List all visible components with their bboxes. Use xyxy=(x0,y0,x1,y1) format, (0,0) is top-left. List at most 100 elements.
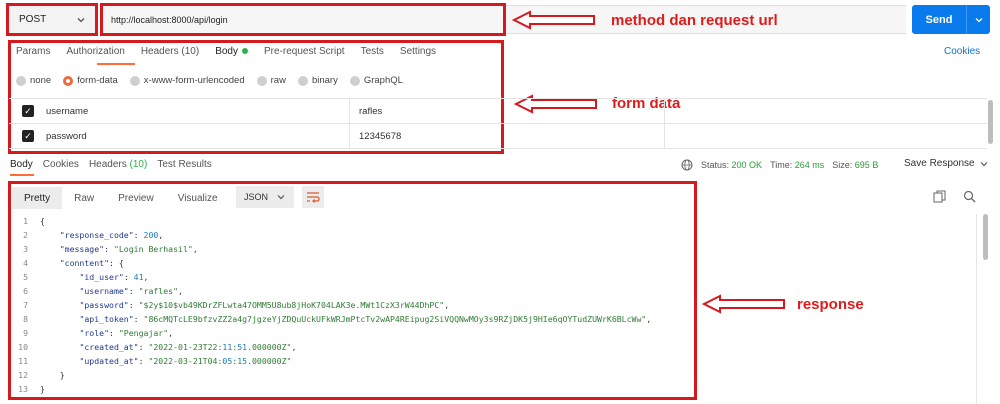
status-label: Status: xyxy=(701,160,730,170)
radio-circle xyxy=(349,75,360,86)
time-label: Time: xyxy=(770,160,793,170)
code-text: } xyxy=(40,384,45,394)
code-text: "api_token": "86cMQTcLE9bfzvZZ2a4g7jgzeY… xyxy=(79,314,652,324)
line-number: 11 xyxy=(18,356,28,366)
code-text: "username": "rafles", xyxy=(79,286,183,296)
form-value[interactable]: 12345678 xyxy=(359,131,401,142)
send-button[interactable]: Send xyxy=(912,5,990,34)
code-scrollbar[interactable] xyxy=(983,214,988,260)
column-divider xyxy=(349,124,350,149)
view-raw[interactable]: Raw xyxy=(62,193,106,204)
search-icon[interactable] xyxy=(963,190,976,203)
column-divider xyxy=(664,99,665,124)
line-number: 2 xyxy=(23,230,28,240)
view-preview[interactable]: Preview xyxy=(106,193,166,204)
annotation-response: response xyxy=(797,296,864,313)
time-value: 264 ms xyxy=(794,160,825,170)
chevron-down-icon xyxy=(975,17,982,22)
size-value: 695 B xyxy=(854,160,879,170)
url-value: http://localhost:8000/api/login xyxy=(111,14,228,25)
time-info[interactable]: Time: 264 ms xyxy=(770,160,824,170)
form-scrollbar[interactable] xyxy=(988,100,993,144)
view-visualize[interactable]: Visualize xyxy=(166,193,230,204)
line-number: 7 xyxy=(23,300,28,310)
code-text: { xyxy=(40,216,45,226)
format-value: JSON xyxy=(244,192,269,202)
tab-params[interactable]: Params xyxy=(16,46,50,57)
format-select[interactable]: JSON xyxy=(236,186,294,208)
radio-raw[interactable]: raw xyxy=(256,75,286,86)
tab-tests[interactable]: Tests xyxy=(361,46,384,57)
view-pretty[interactable]: Pretty xyxy=(12,187,63,209)
tab-prerequest-script[interactable]: Pre-request Script xyxy=(264,46,345,57)
radio-raw-label: raw xyxy=(270,75,286,86)
wrap-lines-button[interactable] xyxy=(302,186,324,208)
code-text: "created_at": "2022-01-23T22:11:51.00000… xyxy=(79,342,297,352)
code-line: 4 "conntent": { xyxy=(12,256,692,270)
size-label: Size: xyxy=(832,160,853,170)
radio-graphql[interactable]: GraphQL xyxy=(349,75,403,86)
code-line: 1{ xyxy=(12,214,692,228)
radio-circle-selected xyxy=(63,75,74,86)
annotation-arrow-url xyxy=(512,10,595,30)
code-text: "updated_at": "2022-03-21T04:05:15.00000… xyxy=(79,356,292,366)
line-number: 6 xyxy=(23,286,28,296)
code-text: "message": "Login Berhasil", xyxy=(59,244,198,254)
code-text: "role": "Pengajar", xyxy=(79,328,174,338)
globe-icon[interactable] xyxy=(681,159,693,171)
form-value[interactable]: rafles xyxy=(359,106,382,117)
radio-form-data-label: form-data xyxy=(77,75,118,86)
code-line: 13} xyxy=(12,382,692,396)
method-value: POST xyxy=(19,14,47,25)
line-number: 5 xyxy=(23,272,28,282)
table-row: ✓ password 12345678 xyxy=(9,124,987,149)
response-tab-test-results[interactable]: Test Results xyxy=(157,159,211,170)
form-key[interactable]: username xyxy=(46,106,88,117)
response-tab-headers-label: Headers xyxy=(88,159,127,170)
code-line: 12 } xyxy=(12,368,692,382)
code-line: 7 "password": "$2y$10$vb49KDrZFLwta47OMM… xyxy=(12,298,692,312)
radio-circle xyxy=(129,75,140,86)
wrap-lines-icon xyxy=(307,192,320,203)
radio-form-data[interactable]: form-data xyxy=(63,75,118,86)
response-status-bar: Status: 200 OK Time: 264 ms Size: 695 B xyxy=(681,159,878,171)
code-line: 5 "id_user": 41, xyxy=(12,270,692,284)
response-tab-body[interactable]: Body xyxy=(10,159,33,170)
line-number: 4 xyxy=(23,258,28,268)
response-tab-cookies[interactable]: Cookies xyxy=(43,159,79,170)
status-info[interactable]: Status: 200 OK xyxy=(701,160,762,170)
code-text: "password": "$2y$10$vb49KDrZFLwta47OMM5U… xyxy=(79,300,450,310)
cookies-link[interactable]: Cookies xyxy=(944,46,980,57)
radio-urlencoded[interactable]: x-www-form-urlencoded xyxy=(129,75,245,86)
form-key[interactable]: password xyxy=(46,131,87,142)
line-number: 13 xyxy=(18,384,28,394)
row-checkbox[interactable]: ✓ xyxy=(22,105,34,117)
body-tab-underline xyxy=(10,174,34,176)
method-select[interactable]: POST xyxy=(8,5,96,34)
line-number: 3 xyxy=(23,244,28,254)
tab-body[interactable]: Body xyxy=(215,46,248,57)
copy-icon[interactable] xyxy=(933,190,946,203)
code-text: "conntent": { xyxy=(59,258,124,268)
tab-settings[interactable]: Settings xyxy=(400,46,436,57)
response-tab-headers[interactable]: Headers (10) xyxy=(89,159,147,170)
code-line: 3 "message": "Login Berhasil", xyxy=(12,242,692,256)
line-number: 10 xyxy=(18,342,28,352)
radio-circle xyxy=(16,75,26,86)
tab-authorization[interactable]: Authorization xyxy=(66,46,124,57)
size-info[interactable]: Size: 695 B xyxy=(832,160,878,170)
save-response-button[interactable]: Save Response xyxy=(904,158,989,169)
row-checkbox[interactable]: ✓ xyxy=(22,130,34,142)
code-line: 8 "api_token": "86cMQTcLE9bfzvZZ2a4g7jgz… xyxy=(12,312,692,326)
chevron-down-icon xyxy=(277,195,285,200)
url-input[interactable]: http://localhost:8000/api/login xyxy=(102,5,504,34)
radio-none[interactable]: none xyxy=(16,75,51,86)
response-code-view[interactable]: 1{2 "response_code": 200, 3 "message": "L… xyxy=(12,214,692,396)
radio-circle xyxy=(256,75,267,86)
response-view-toolbar: Pretty Raw Preview Visualize xyxy=(12,186,697,210)
send-options-button[interactable] xyxy=(967,15,990,25)
radio-graphql-label: GraphQL xyxy=(363,75,403,86)
radio-binary[interactable]: binary xyxy=(297,75,338,86)
tab-headers[interactable]: Headers (10) xyxy=(141,46,199,57)
line-number: 12 xyxy=(18,370,28,380)
